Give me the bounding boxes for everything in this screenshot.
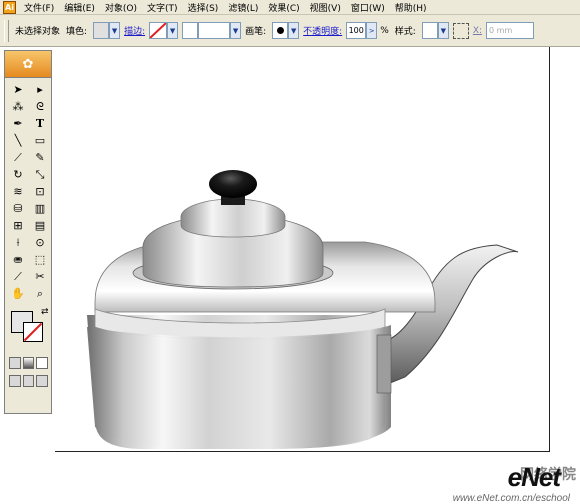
symbol-sprayer-tool-icon[interactable]: ⛁ <box>8 201 28 216</box>
menu-select[interactable]: 选择(S) <box>183 1 224 14</box>
tool-grid: ➤ ▸ ⁂ ᘓ ✒ T ╲ ▭ ⟋ ✎ ↻ ⤡ ≋ ⊡ ⛁ ▥ ⊞ ▤ ⟊ ⊙ … <box>5 78 51 301</box>
control-bar: 未选择对象 填色: ▼ 描边: ▼ ▼ 画笔: ▼ 不透明度: 100 > % … <box>0 15 580 47</box>
menu-type[interactable]: 文字(T) <box>142 1 183 14</box>
style-dropdown-icon[interactable]: ▼ <box>437 22 449 39</box>
align-grid-icon[interactable] <box>452 22 469 39</box>
watermark-url: www.eNet.com.cn/eschool <box>452 493 570 504</box>
stroke-dropdown-icon[interactable]: ▼ <box>167 22 179 39</box>
paintbrush-tool-icon[interactable]: ⟋ <box>8 150 28 165</box>
full-screen-menu-icon[interactable] <box>22 375 35 387</box>
fill-swatch-control[interactable] <box>93 22 110 39</box>
pen-tool-icon[interactable]: ✒ <box>8 116 28 131</box>
toolbox-header-icon: ✿ <box>5 51 51 78</box>
kettle-lid <box>132 198 334 290</box>
line-tool-icon[interactable]: ╲ <box>8 133 28 148</box>
panel-grip[interactable] <box>4 19 9 42</box>
style-swatch[interactable] <box>421 22 438 39</box>
brush-dropdown-icon[interactable]: ▼ <box>288 22 300 39</box>
opacity-label-link[interactable]: 不透明度: <box>303 24 342 37</box>
stroke-color-swatch[interactable] <box>23 322 43 342</box>
scale-tool-icon[interactable]: ⤡ <box>30 167 50 182</box>
rotate-tool-icon[interactable]: ↻ <box>8 167 28 182</box>
menu-help[interactable]: 帮助(H) <box>390 1 432 14</box>
eyedropper-tool-icon[interactable]: ⟊ <box>8 235 28 250</box>
menu-bar: Ai 文件(F) 编辑(E) 对象(O) 文字(T) 选择(S) 滤镜(L) 效… <box>0 0 580 15</box>
type-tool-icon[interactable]: T <box>30 116 50 131</box>
menu-filter[interactable]: 滤镜(L) <box>223 1 263 14</box>
live-paint-tool-icon[interactable]: ⛂ <box>8 252 28 267</box>
watermark-brand: eNet <box>507 462 561 492</box>
mesh-tool-icon[interactable]: ⊞ <box>8 218 28 233</box>
stroke-weight-field[interactable] <box>198 22 231 39</box>
gradient-mode-icon[interactable] <box>22 357 35 369</box>
brush-dot-icon <box>276 27 284 34</box>
scissors-tool-icon[interactable]: ✂ <box>30 269 50 284</box>
none-mode-icon[interactable] <box>36 357 49 369</box>
direct-selection-tool-icon[interactable]: ▸ <box>30 82 50 97</box>
blend-tool-icon[interactable]: ⊙ <box>30 235 50 250</box>
brush-swatch[interactable] <box>272 22 289 39</box>
pencil-tool-icon[interactable]: ✎ <box>30 150 50 165</box>
rectangle-tool-icon[interactable]: ▭ <box>30 133 50 148</box>
tools-panel: ✿ ➤ ▸ ⁂ ᘓ ✒ T ╲ ▭ ⟋ ✎ ↻ ⤡ ≋ ⊡ ⛁ ▥ ⊞ ▤ ⟊ … <box>4 50 52 414</box>
app-icon: Ai <box>3 0 16 14</box>
color-mode-icon[interactable] <box>9 357 21 369</box>
hand-tool-icon[interactable]: ✋ <box>8 286 28 301</box>
menu-file[interactable]: 文件(F) <box>19 1 59 14</box>
menu-object[interactable]: 对象(O) <box>100 1 142 14</box>
artboard[interactable] <box>55 47 550 452</box>
lasso-tool-icon[interactable]: ᘓ <box>30 99 50 114</box>
live-paint-selection-tool-icon[interactable]: ⬚ <box>30 252 50 267</box>
stroke-weight-dropdown-icon[interactable]: ▼ <box>230 22 242 39</box>
percent-sign: % <box>380 25 389 36</box>
standard-screen-icon[interactable] <box>9 375 21 387</box>
fill-stroke-swatches: ⇄ <box>8 307 49 353</box>
fill-label: 填色: <box>66 27 88 37</box>
fill-dropdown-icon[interactable]: ▼ <box>109 22 121 39</box>
graph-tool-icon[interactable]: ▥ <box>30 201 50 216</box>
color-mode-row <box>5 353 51 369</box>
opacity-stepper-icon[interactable]: > <box>366 22 378 39</box>
free-transform-tool-icon[interactable]: ⊡ <box>30 184 50 199</box>
x-label-link[interactable]: X: <box>473 26 482 36</box>
warp-tool-icon[interactable]: ≋ <box>8 184 28 199</box>
selection-status: 未选择对象 <box>15 27 61 37</box>
stroke-swatch-control[interactable] <box>149 22 168 39</box>
kettle-illustration <box>87 170 519 449</box>
screen-mode-row <box>5 369 51 387</box>
menu-window[interactable]: 窗口(W) <box>346 1 390 14</box>
brush-label: 画笔: <box>245 27 267 37</box>
zoom-tool-icon[interactable]: ⌕ <box>30 286 50 301</box>
no-stroke-icon <box>150 23 167 38</box>
gradient-tool-icon[interactable]: ▤ <box>30 218 50 233</box>
opacity-field[interactable]: 100 <box>346 22 367 39</box>
full-screen-icon[interactable] <box>36 375 49 387</box>
slice-tool-icon[interactable]: ⟋ <box>8 269 28 284</box>
stroke-label-link[interactable]: 描边: <box>124 24 145 37</box>
style-label: 样式: <box>394 27 416 37</box>
magic-wand-tool-icon[interactable]: ⁂ <box>8 99 28 114</box>
selection-tool-icon[interactable]: ➤ <box>8 82 28 97</box>
menu-effect[interactable]: 效果(C) <box>263 1 304 14</box>
stroke-weight-stepper[interactable] <box>182 22 199 39</box>
x-position-field[interactable]: 0 mm <box>486 22 535 39</box>
menu-view[interactable]: 视图(V) <box>305 1 346 14</box>
menu-edit[interactable]: 编辑(E) <box>59 1 100 14</box>
swap-colors-icon[interactable]: ⇄ <box>41 307 49 317</box>
